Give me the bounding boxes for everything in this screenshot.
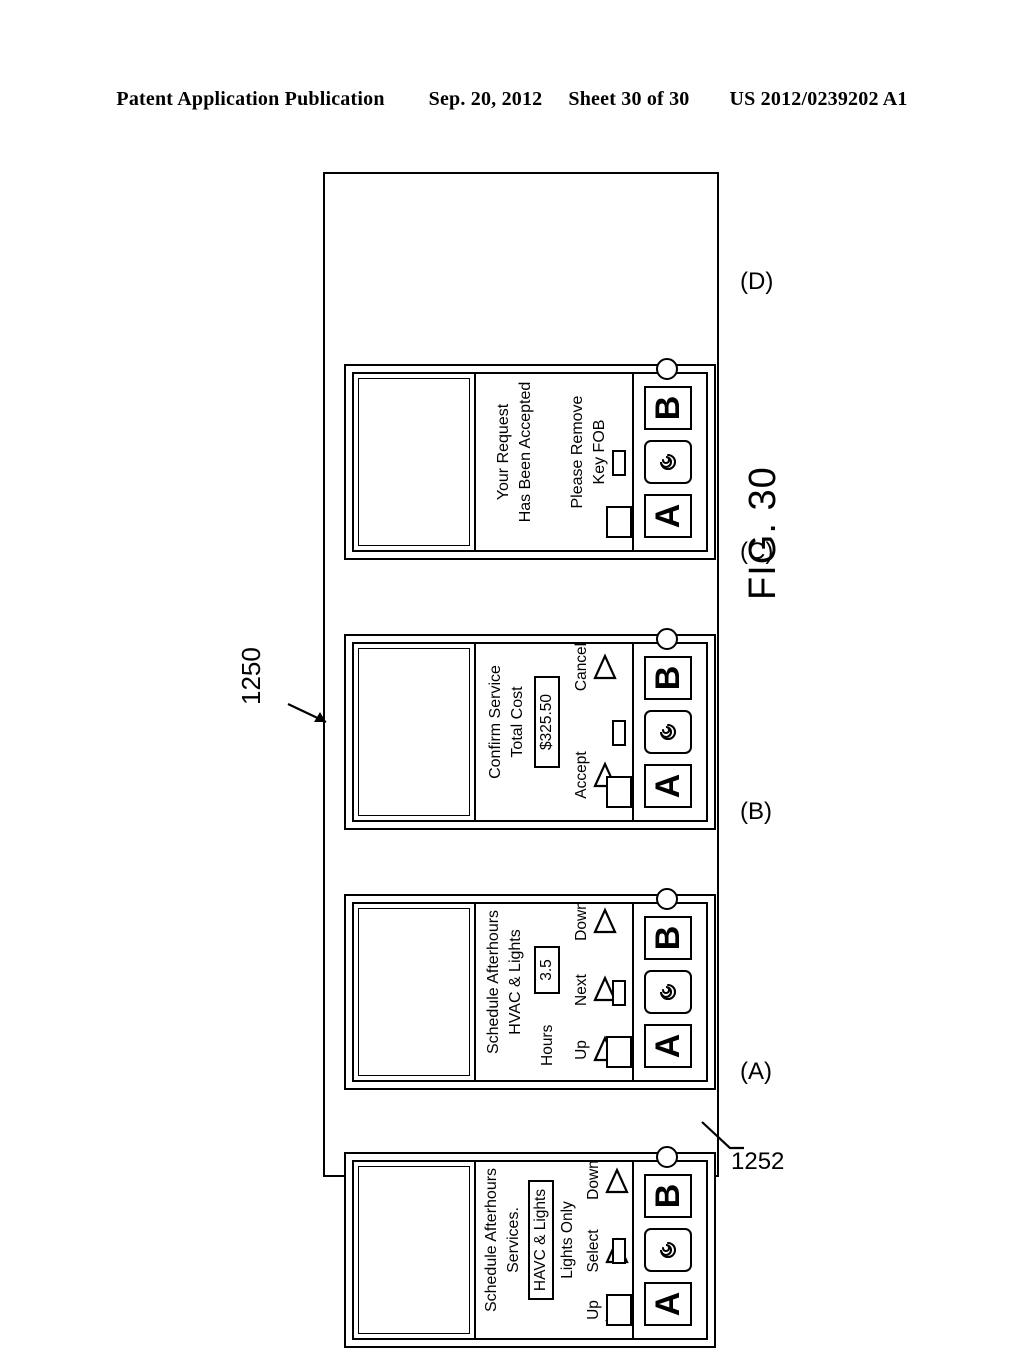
hours-value-b[interactable]: 3.5 [534, 946, 560, 994]
spiral-icon-a[interactable] [644, 1228, 692, 1272]
selected-option-a[interactable]: HAVC & Lights [528, 1180, 554, 1300]
hours-label-b: Hours [539, 1024, 556, 1066]
softkey-label-select-a: Select [585, 1229, 602, 1273]
softkey-label-next-b: Next [573, 974, 590, 1006]
device-panel-a: Schedule Afterhours Services. HAVC & Lig… [344, 1146, 716, 1348]
softkey-square-c[interactable] [606, 776, 632, 808]
reference-leader-1250 [287, 703, 327, 723]
round-key-c[interactable] [656, 628, 678, 650]
key-a-a[interactable]: A [644, 1282, 692, 1326]
round-key-b[interactable] [656, 888, 678, 910]
screen-title-line2-c: Total Cost [509, 686, 526, 758]
screen-a [354, 1162, 476, 1338]
screen-b [354, 904, 476, 1080]
device-panel-c: Confirm Service Total Cost $325.50 Accep… [344, 628, 716, 830]
softkey-square-d[interactable] [606, 506, 632, 538]
softkey-bar-d[interactable] [612, 450, 626, 476]
screen-title-line2-b: HVAC & Lights [507, 929, 524, 1035]
screen-title-line1-c: Confirm Service [487, 665, 504, 779]
spiral-icon-b[interactable] [644, 970, 692, 1014]
softkey-label-up-b: Up [573, 1040, 590, 1060]
key-a-d[interactable]: A [644, 494, 692, 538]
key-a-c[interactable]: A [644, 764, 692, 808]
keypad-row-a: A B [606, 1146, 706, 1338]
panel-label-c: (C) [740, 538, 774, 565]
header-sheet: Sheet 30 of 30 [568, 88, 690, 110]
total-cost-value-c: $325.50 [534, 676, 560, 768]
softkey-label-up-a: Up [585, 1300, 602, 1320]
screen-title-line1-a: Schedule Afterhours [483, 1167, 500, 1313]
key-b-c[interactable]: B [644, 656, 692, 700]
keypad-row-b: A B [606, 888, 706, 1080]
softkey-label-accept-c: Accept [573, 751, 590, 799]
softkey-arrow-down-a[interactable] [604, 1166, 630, 1196]
message-title-line1-d: Your Request [495, 403, 512, 501]
softkey-square-a[interactable] [606, 1294, 632, 1326]
softkey-label-down-b: Down [573, 901, 590, 941]
panel-label-b: (B) [740, 798, 772, 825]
screen-title-line2-a: Services. [505, 1207, 522, 1273]
softkey-bar-b[interactable] [612, 980, 626, 1006]
softkey-bar-c[interactable] [612, 720, 626, 746]
key-b-d[interactable]: B [644, 386, 692, 430]
page-header: Patent Application Publication Sep. 20, … [0, 88, 1024, 111]
panel-label-a: (A) [740, 1058, 772, 1085]
key-a-b[interactable]: A [644, 1024, 692, 1068]
softkey-arrow-down-b[interactable] [592, 906, 618, 936]
round-key-d[interactable] [656, 358, 678, 380]
softkey-label-cancel-c: Cancel [573, 642, 590, 692]
spiral-icon-c[interactable] [644, 710, 692, 754]
screen-c [354, 644, 476, 820]
round-key-a[interactable] [656, 1146, 678, 1168]
keypad-row-c: A B [606, 628, 706, 820]
key-b-a[interactable]: B [644, 1174, 692, 1218]
message-body-line1-d: Please Remove [569, 395, 586, 509]
softkey-label-down-a: Down [585, 1160, 602, 1200]
figure-caption: FIG. 30 [742, 466, 784, 600]
header-publication-number: US 2012/0239202 A1 [729, 88, 908, 110]
softkey-bar-a[interactable] [612, 1238, 626, 1264]
softkey-arrow-cancel-c[interactable] [592, 652, 618, 682]
header-date: Sep. 20, 2012 [428, 88, 543, 110]
key-b-b[interactable]: B [644, 916, 692, 960]
header-publication-label: Patent Application Publication [116, 88, 385, 110]
spiral-icon-d[interactable] [644, 440, 692, 484]
device-panel-b: Schedule Afterhours HVAC & Lights Hours … [344, 888, 716, 1090]
reference-numeral-1250: 1250 [236, 647, 266, 705]
softkey-square-b[interactable] [606, 1036, 632, 1068]
reference-numeral-1252: 1252 [731, 1148, 785, 1175]
device-panel-d: Your Request Has Been Accepted Please Re… [344, 358, 716, 560]
option-lights-only-a[interactable]: Lights Only [558, 1142, 578, 1338]
message-title-line2-d: Has Been Accepted [517, 381, 534, 523]
panel-label-d: (D) [740, 268, 774, 295]
screen-d [354, 374, 476, 550]
screen-title-line1-b: Schedule Afterhours [485, 909, 502, 1055]
keypad-row-d: A B [606, 358, 706, 550]
